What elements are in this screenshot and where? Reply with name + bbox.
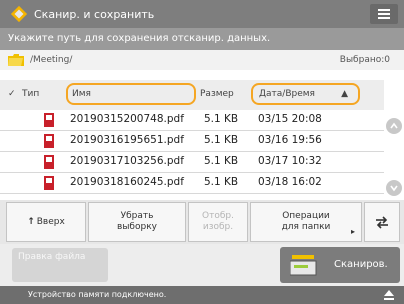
status-bar: Устройство памяти подключено.	[0, 286, 404, 304]
file-name: 20190315200748.pdf	[70, 113, 184, 125]
file-row[interactable]: 20190315200748.pdf 5.1 KB 03/15 20:08	[0, 110, 384, 131]
column-size[interactable]: Размер	[200, 89, 234, 99]
menu-button[interactable]	[370, 4, 398, 24]
file-name: 20190318160245.pdf	[70, 176, 184, 188]
file-name: 20190316195651.pdf	[70, 134, 184, 146]
eject-icon	[384, 290, 394, 300]
display-image-button[interactable]: Отобр. изобр.	[188, 202, 248, 242]
column-date-label: Дата/Время	[259, 89, 315, 99]
page-title: Сканир. и сохранить	[34, 7, 155, 21]
list-scrollbar[interactable]	[384, 110, 404, 200]
bottom-actions: Правка файла Сканиров.	[0, 244, 404, 286]
scan-and-store-logo-icon	[10, 5, 28, 23]
file-date: 03/17 10:32	[258, 155, 322, 167]
scanner-icon	[290, 255, 317, 276]
pdf-file-icon	[44, 113, 54, 127]
column-name-label: Имя	[72, 89, 91, 99]
column-date-time[interactable]: Дата/Время ▲	[251, 83, 360, 105]
scan-button[interactable]: Сканиров.	[280, 247, 400, 283]
instruction-text: Укажите путь для сохранения отсканир. да…	[0, 28, 404, 50]
current-path: /Meeting/	[30, 55, 73, 65]
folder-operations-button[interactable]: Операции для папки ▸	[250, 202, 362, 242]
file-name: 20190317103256.pdf	[70, 155, 184, 167]
hamburger-icon	[378, 9, 390, 19]
file-date: 03/16 19:56	[258, 134, 322, 146]
file-row[interactable]: 20190317103256.pdf 5.1 KB 03/17 10:32	[0, 152, 384, 173]
column-type[interactable]: Тип	[22, 89, 39, 99]
chevron-up-icon	[390, 122, 398, 129]
action-toolbar: ↑ Вверх Убрать выборку Отобр. изобр. Опе…	[0, 200, 404, 244]
file-date: 03/18 16:02	[258, 176, 322, 188]
file-date: 03/15 20:08	[258, 113, 322, 125]
file-list-header: ✓ Тип Имя Размер Дата/Время ▲	[0, 80, 384, 110]
file-row[interactable]: 20190316195651.pdf 5.1 KB 03/16 19:56	[0, 131, 384, 152]
folder-operations-label: Операции для папки	[281, 211, 331, 232]
edit-file-button[interactable]: Правка файла	[12, 248, 108, 282]
selected-count: Выбрано:0	[339, 55, 390, 65]
column-name[interactable]: Имя	[66, 83, 196, 105]
display-image-label: Отобр. изобр.	[202, 211, 234, 232]
chevron-down-icon	[390, 185, 398, 192]
refresh-icon	[376, 216, 388, 229]
status-text: Устройство памяти подключено.	[28, 290, 167, 299]
up-button-label: Вверх	[36, 216, 65, 227]
scroll-down-button[interactable]	[386, 180, 402, 196]
sort-ascending-icon: ▲	[341, 89, 348, 99]
edit-file-label: Правка файла	[18, 252, 86, 262]
select-all-checkbox[interactable]: ✓	[8, 89, 16, 99]
path-bar: /Meeting/ Выбрано:0	[0, 50, 404, 70]
file-size: 5.1 KB	[204, 134, 239, 146]
up-button[interactable]: ↑ Вверх	[6, 202, 86, 242]
folder-icon	[8, 54, 24, 66]
file-row[interactable]: 20190318160245.pdf 5.1 KB 03/18 16:02	[0, 173, 384, 194]
scroll-up-button[interactable]	[386, 118, 402, 134]
eject-button[interactable]	[380, 287, 398, 303]
scan-button-label: Сканиров.	[334, 259, 388, 270]
arrow-up-icon: ↑	[27, 216, 35, 227]
deselect-button[interactable]: Убрать выборку	[88, 202, 186, 242]
refresh-button[interactable]	[364, 202, 400, 242]
chevron-right-icon: ▸	[350, 227, 355, 236]
pdf-file-icon	[44, 155, 54, 169]
pdf-file-icon	[44, 134, 54, 148]
file-size: 5.1 KB	[204, 155, 239, 167]
pdf-file-icon	[44, 176, 54, 190]
file-list: 20190315200748.pdf 5.1 KB 03/15 20:08 20…	[0, 110, 384, 200]
file-size: 5.1 KB	[204, 113, 239, 125]
title-bar: Сканир. и сохранить	[0, 0, 404, 28]
file-size: 5.1 KB	[204, 176, 239, 188]
deselect-button-label: Убрать выборку	[117, 211, 157, 232]
